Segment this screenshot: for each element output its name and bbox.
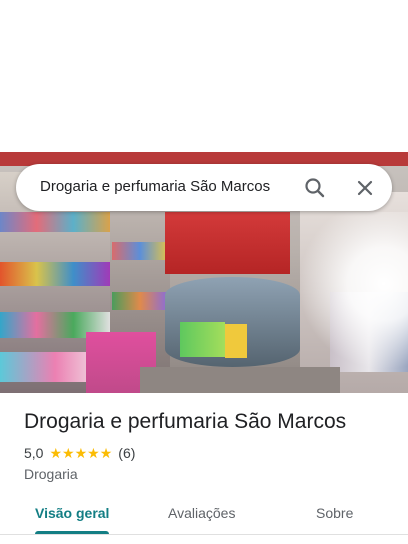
photo-shelf-row-2 [0,262,110,286]
photo-yellow-box [225,324,247,358]
photo-shelf-row-1 [0,212,110,232]
star-icon: ★ [99,445,113,461]
photo-red-display [165,212,290,274]
tabs-divider [0,534,408,535]
place-tabs: Visão geral Avaliações Sobre [0,496,408,544]
photo-window-glare [300,212,408,372]
star-icon: ★ [49,445,63,461]
search-bar[interactable]: Drogaria e perfumaria São Marcos [16,164,392,211]
star-icon: ★ [74,445,88,461]
rating-row[interactable]: 5,0 ★ ★ ★ ★ ★ (6) [24,445,135,461]
photo-center-stock-2 [112,292,168,310]
rating-stars: ★ ★ ★ ★ ★ [49,446,112,460]
place-category: Drogaria [24,466,78,482]
close-icon[interactable] [352,175,378,201]
tab-about[interactable]: Sobre [316,505,353,521]
search-input[interactable]: Drogaria e perfumaria São Marcos [40,178,270,195]
tab-reviews[interactable]: Avaliações [168,505,235,521]
star-icon: ★ [62,445,75,461]
tab-overview[interactable]: Visão geral [35,505,109,521]
search-icon[interactable] [302,175,328,201]
photo-center-stock-1 [112,242,168,260]
map-blank-area [0,0,408,152]
place-title: Drogaria e perfumaria São Marcos [24,410,347,433]
photo-green-boxes [180,322,225,357]
rating-value: 5,0 [24,445,44,461]
star-icon: ★ [87,445,100,461]
review-count[interactable]: (6) [118,445,135,461]
